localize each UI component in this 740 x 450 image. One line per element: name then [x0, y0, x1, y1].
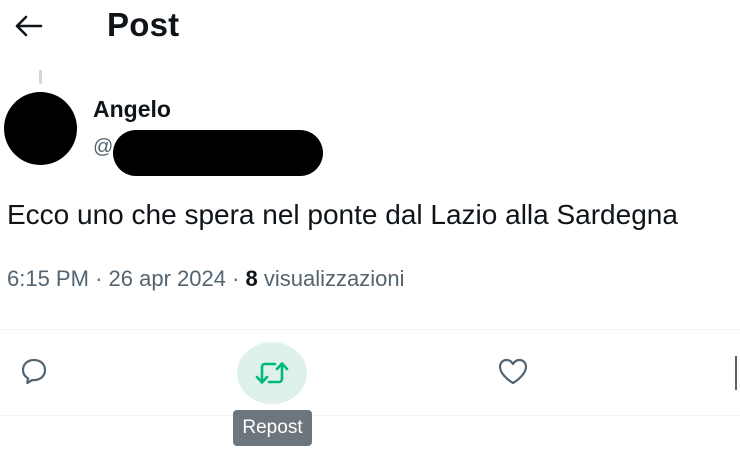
- avatar[interactable]: [4, 92, 77, 165]
- repost-icon: [255, 362, 289, 384]
- page-title: Post: [107, 6, 180, 43]
- redacted-handle: [113, 130, 323, 176]
- author-name[interactable]: Angelo: [93, 96, 171, 123]
- reply-button[interactable]: [12, 349, 56, 393]
- divider: [0, 329, 740, 330]
- back-button[interactable]: [8, 6, 48, 46]
- heart-icon: [498, 358, 528, 385]
- divider: [0, 415, 740, 416]
- post-text: Ecco uno che spera nel ponte dal Lazio a…: [7, 199, 678, 230]
- post-date[interactable]: 26 apr 2024: [109, 266, 226, 291]
- post-time[interactable]: 6:15 PM: [7, 266, 89, 291]
- author-handle-prefix: @: [93, 136, 114, 158]
- post-meta: 6:15 PM · 26 apr 2024 · 8 visualizzazion…: [7, 266, 405, 292]
- meta-separator: ·: [232, 266, 240, 291]
- like-button[interactable]: [491, 349, 535, 393]
- views-label: visualizzazioni: [263, 266, 405, 291]
- bookmark-icon[interactable]: [735, 356, 737, 390]
- comment-bubble-icon: [21, 358, 47, 385]
- repost-tooltip: Repost: [233, 410, 312, 446]
- meta-separator: ·: [95, 266, 103, 291]
- thread-connector-line: [39, 70, 42, 84]
- arrow-left-icon: [15, 15, 43, 37]
- repost-button[interactable]: [237, 342, 307, 404]
- views-count: 8: [245, 266, 258, 291]
